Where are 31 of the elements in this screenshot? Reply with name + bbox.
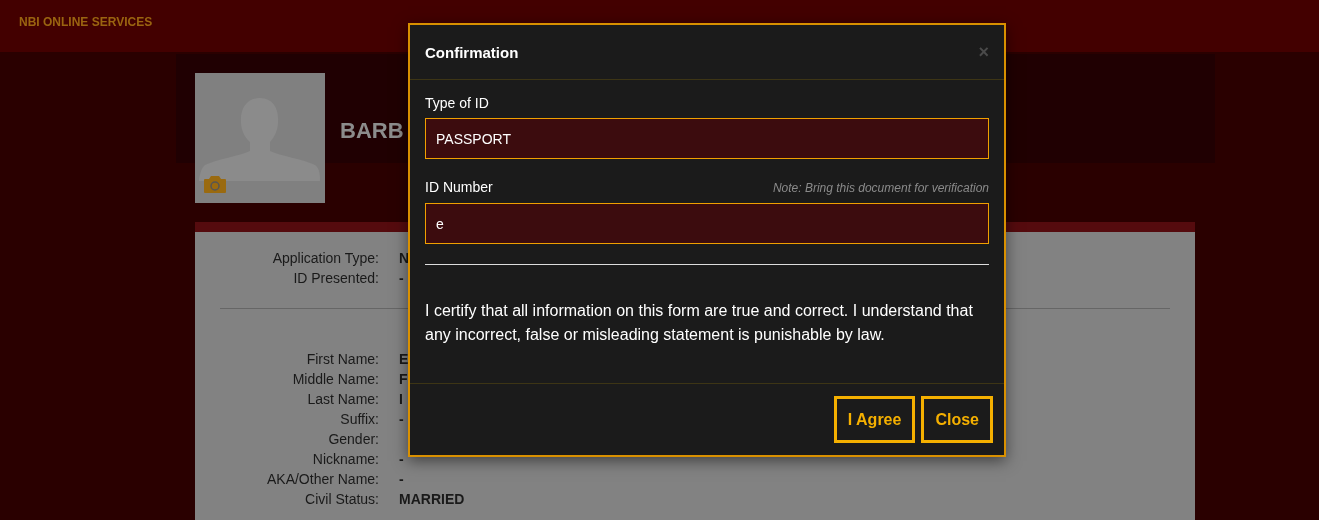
field-value: I <box>399 390 403 409</box>
dialog-title: Confirmation <box>425 43 519 61</box>
field-label: AKA/Other Name: <box>265 470 379 489</box>
field-value: F <box>399 370 408 389</box>
field-label: Civil Status: <box>304 490 379 509</box>
dialog-button[interactable]: I Agree <box>833 396 916 443</box>
field-value: N <box>399 249 410 268</box>
field-label: Type of ID <box>425 95 489 111</box>
field-label: Application Type: <box>271 249 379 268</box>
input-field[interactable]: e <box>425 203 989 244</box>
field-label: Middle Name: <box>291 370 379 389</box>
site-title: NBI ONLINE SERVICES <box>19 15 153 29</box>
field-label: ID Number <box>425 179 493 195</box>
applicant-name: BARB <box>340 118 404 144</box>
field-value: - <box>399 410 404 429</box>
field-value: - <box>399 450 404 469</box>
field-label: Last Name: <box>306 390 379 409</box>
field-label: Gender: <box>327 430 379 449</box>
field-value: - <box>399 269 404 288</box>
field-note: Note: Bring this document for verification <box>772 180 989 196</box>
certification-text: I certify that all information on this form are true and correct. I understand that any incorrect, false or misleading statement is punishable by law. <box>425 301 974 345</box>
field-label: Suffix: <box>339 410 379 429</box>
field-label: ID Presented: <box>292 269 379 288</box>
field-label: Nickname: <box>311 450 379 469</box>
field-value: - <box>399 470 404 489</box>
field-value: E <box>399 350 409 369</box>
silhouette-icon <box>199 98 320 181</box>
field-value: MARRIED <box>399 490 465 509</box>
dialog-button[interactable]: Close <box>921 396 993 443</box>
input-field[interactable]: PASSPORT <box>425 118 989 159</box>
field-label: First Name: <box>305 350 379 369</box>
